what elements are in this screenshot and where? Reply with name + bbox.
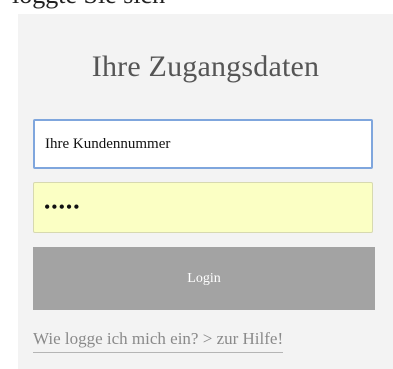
login-button[interactable]: Login [33,247,375,310]
customer-number-input[interactable] [33,119,373,169]
login-title: Ihre Zugangsdaten [91,50,320,83]
top-cutoff-text: loggte Sie sich [12,0,165,10]
login-panel: Ihre Zugangsdaten Login Wie logge ich mi… [18,14,393,369]
help-link[interactable]: Wie logge ich mich ein? > zur Hilfe! [33,329,284,353]
password-input[interactable] [33,182,373,233]
